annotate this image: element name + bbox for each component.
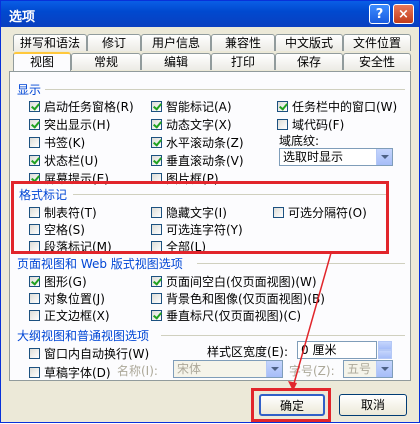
tab-view[interactable]: 视图 — [13, 52, 71, 71]
options-dialog: 选项 ? × 拼写和语法 修订 用户信息 兼容性 中文版式 文件位置 视图 常规… — [0, 0, 420, 423]
